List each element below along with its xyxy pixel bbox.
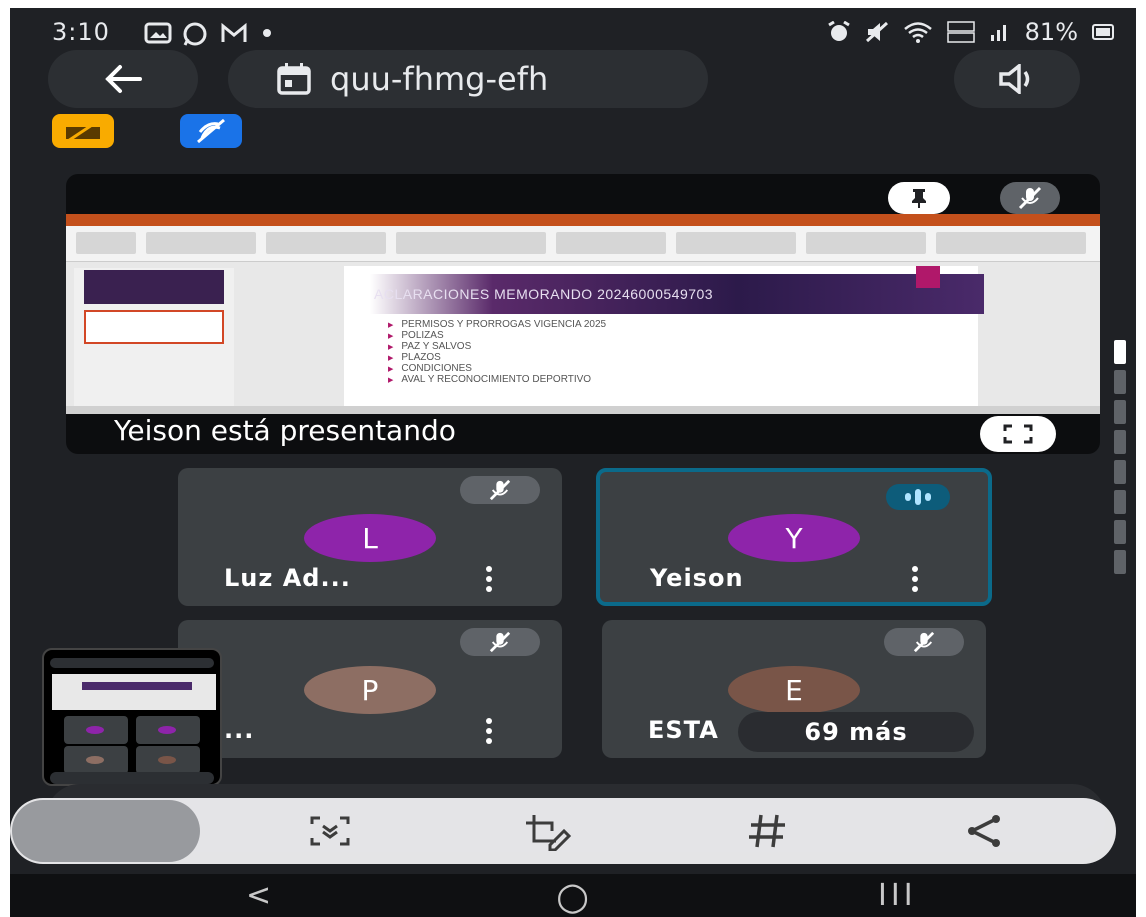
status-right: 81% (827, 18, 1114, 46)
battery-percent: 81% (1024, 18, 1078, 46)
scan-icon (310, 816, 350, 846)
participant-tile[interactable]: L Luz Ad... (178, 468, 562, 606)
system-nav-bar: < ○ III (10, 874, 1136, 917)
mic-off-icon (913, 631, 935, 653)
slide-thumbnail-2 (84, 310, 224, 344)
more-options-button[interactable] (912, 566, 920, 592)
mic-off-icon (489, 631, 511, 653)
battery-icon (1092, 24, 1114, 40)
slide-title: ACLARACIONES MEMORANDO 20246000549703 (374, 286, 714, 302)
mic-off-badge (460, 628, 540, 656)
whatsapp-icon (183, 22, 207, 46)
gmail-icon (221, 22, 247, 42)
avatar: P (304, 666, 436, 714)
participant-name: Luz Ad... (224, 564, 351, 592)
speaker-icon (999, 64, 1030, 94)
shared-screen: ACLARACIONES MEMORANDO 20246000549703 PE… (66, 214, 1100, 414)
mic-off-badge (460, 476, 540, 504)
phone-screen: 3:10 81% quu-fhmg-efh ACLARACIONES MEMOR… (10, 8, 1136, 917)
pin-icon (912, 189, 926, 208)
arrow-left-icon (105, 65, 142, 93)
edit-screenshot-icon (526, 815, 572, 851)
participant-tile[interactable]: E ESTA 69 más (602, 620, 986, 758)
speaker-button[interactable] (954, 50, 1080, 108)
hashtag-button[interactable] (738, 808, 798, 854)
ppt-ribbon (66, 226, 1100, 262)
participant-name: ... (224, 716, 255, 744)
mic-off-icon (197, 118, 225, 144)
nav-home-button[interactable]: ○ (556, 874, 589, 917)
nav-back-button[interactable]: < (246, 878, 271, 913)
status-time: 3:10 (52, 18, 110, 46)
mute-icon (865, 21, 888, 43)
dot-icon (263, 29, 271, 37)
mic-off-icon (1018, 186, 1042, 210)
toolbar-preview-blur (12, 800, 200, 862)
meeting-title-pill[interactable]: quu-fhmg-efh (228, 50, 708, 108)
ppt-status-bar (66, 406, 1100, 414)
others-count-pill[interactable]: 69 más (738, 712, 974, 752)
slide-bullets: PERMISOS Y PRORROGAS VIGENCIA 2025 POLIZ… (388, 320, 606, 386)
current-slide: ACLARACIONES MEMORANDO 20246000549703 PE… (344, 266, 984, 406)
speaking-indicator (886, 484, 950, 510)
participant-name: ESTA (648, 716, 719, 744)
status-bar: 3:10 81% (10, 8, 1136, 54)
mic-off-chip[interactable] (180, 114, 242, 148)
ppt-title-bar (66, 214, 1100, 226)
avatar: L (304, 514, 436, 562)
presentation-panel[interactable]: ACLARACIONES MEMORANDO 20246000549703 PE… (66, 174, 1100, 454)
pin-button[interactable] (888, 182, 950, 214)
nav-recents-button[interactable]: III (878, 878, 917, 913)
back-button[interactable] (48, 50, 198, 108)
presenter-mic-off[interactable] (1000, 182, 1060, 214)
camera-off-icon (66, 119, 100, 143)
hashtag-icon (749, 814, 785, 848)
gallery-icon (144, 22, 172, 44)
avatar: Y (728, 514, 860, 562)
volte-icon (946, 21, 975, 43)
more-options-button[interactable] (486, 718, 494, 744)
slide-thumbnail-1 (84, 270, 224, 304)
grid-scroll-indicator[interactable] (1114, 340, 1126, 576)
presenting-label: Yeison está presentando (114, 414, 456, 447)
calendar-icon (277, 63, 311, 95)
meeting-code: quu-fhmg-efh (330, 60, 549, 98)
signal-icon (990, 25, 1006, 41)
slide-bullet: AVAL Y RECONOCIMIENTO DEPORTIVO (388, 375, 606, 386)
mic-off-icon (489, 479, 511, 501)
screenshot-toolbar (10, 798, 1116, 864)
participant-tile[interactable]: P ... (178, 620, 562, 758)
scroll-capture-button[interactable] (300, 808, 360, 854)
edit-screenshot-button[interactable] (518, 808, 578, 854)
alarm-icon (827, 21, 850, 41)
share-button[interactable] (954, 808, 1014, 854)
fullscreen-icon (1003, 424, 1033, 444)
camera-off-chip[interactable] (52, 114, 114, 148)
share-icon (968, 815, 1000, 847)
avatar: E (728, 666, 860, 714)
slide-accent (916, 266, 940, 288)
participant-name: Yeison (650, 564, 744, 592)
wifi-icon (903, 22, 932, 43)
mic-off-badge (884, 628, 964, 656)
fullscreen-button[interactable] (980, 416, 1056, 452)
screenshot-preview-thumbnail[interactable] (42, 648, 222, 786)
more-options-button[interactable] (486, 566, 494, 592)
participant-tile-active-speaker[interactable]: Y Yeison (596, 468, 992, 606)
